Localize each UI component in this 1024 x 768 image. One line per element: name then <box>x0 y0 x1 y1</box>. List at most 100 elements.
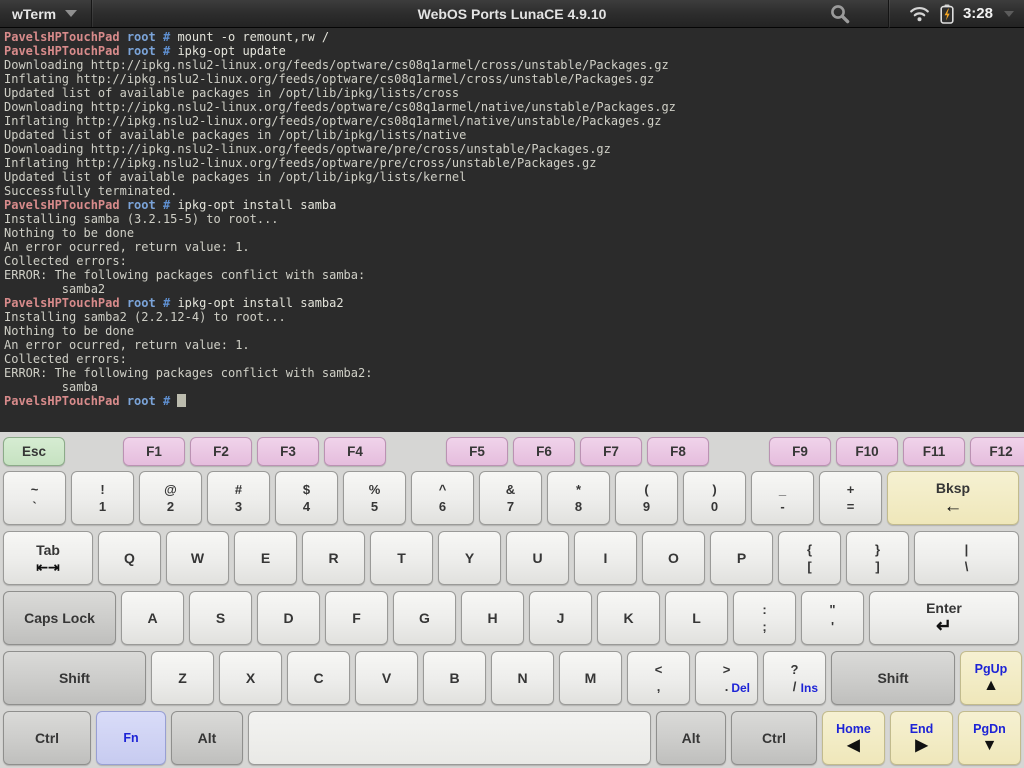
key-f6[interactable]: F6 <box>513 437 575 466</box>
key-enter[interactable]: Enter↵ <box>869 591 1019 645</box>
key-period[interactable]: >.Del <box>695 651 758 705</box>
key-f11[interactable]: F11 <box>903 437 965 466</box>
key-6[interactable]: ^6 <box>411 471 474 525</box>
key-shift-label: ( <box>644 481 648 498</box>
key-e[interactable]: E <box>234 531 297 585</box>
key-f3[interactable]: F3 <box>257 437 319 466</box>
key-j[interactable]: J <box>529 591 592 645</box>
key-f10[interactable]: F10 <box>836 437 898 466</box>
key-f12[interactable]: F12 <box>970 437 1024 466</box>
key-page-up[interactable]: PgUp▲ <box>960 651 1022 705</box>
search-button[interactable] <box>823 0 877 27</box>
key-f2[interactable]: F2 <box>190 437 252 466</box>
key-shift-left[interactable]: Shift <box>3 651 146 705</box>
key-ctrl-right[interactable]: Ctrl <box>731 711 817 765</box>
key-caps-lock[interactable]: Caps Lock <box>3 591 116 645</box>
app-menu-button[interactable]: wTerm <box>0 0 92 27</box>
key-m[interactable]: M <box>559 651 622 705</box>
key-quote[interactable]: "' <box>801 591 864 645</box>
key-8[interactable]: *8 <box>547 471 610 525</box>
key-3[interactable]: #3 <box>207 471 270 525</box>
key-7[interactable]: &7 <box>479 471 542 525</box>
key-o[interactable]: O <box>642 531 705 585</box>
key-end[interactable]: End▶ <box>890 711 953 765</box>
key-z[interactable]: Z <box>151 651 214 705</box>
key-q[interactable]: Q <box>98 531 161 585</box>
key-2[interactable]: @2 <box>139 471 202 525</box>
key-comma[interactable]: <, <box>627 651 690 705</box>
key-esc[interactable]: Esc <box>3 437 65 466</box>
key-shift-label: @ <box>164 481 177 498</box>
output-text: Nothing to be done <box>4 226 134 240</box>
key-label: A <box>147 610 157 627</box>
key-backtick[interactable]: ~` <box>3 471 66 525</box>
key-label: PgDn <box>973 722 1006 737</box>
key-f5[interactable]: F5 <box>446 437 508 466</box>
key-g[interactable]: G <box>393 591 456 645</box>
key-bracket-close[interactable]: }] <box>846 531 909 585</box>
key-c[interactable]: C <box>287 651 350 705</box>
key-9[interactable]: (9 <box>615 471 678 525</box>
key-f8[interactable]: F8 <box>647 437 709 466</box>
key-backslash[interactable]: |\ <box>914 531 1019 585</box>
keyboard-spacer <box>391 437 441 466</box>
key-u[interactable]: U <box>506 531 569 585</box>
key-fn-label: Ins <box>801 681 818 695</box>
key-tab[interactable]: Tab⇤⇥ <box>3 531 93 585</box>
key-k[interactable]: K <box>597 591 660 645</box>
key-f7[interactable]: F7 <box>580 437 642 466</box>
key-p[interactable]: P <box>710 531 773 585</box>
key-equals[interactable]: += <box>819 471 882 525</box>
key-label: F10 <box>855 443 878 460</box>
key-bracket-open[interactable]: {[ <box>778 531 841 585</box>
key-minus[interactable]: _- <box>751 471 814 525</box>
key-5[interactable]: %5 <box>343 471 406 525</box>
key-f9[interactable]: F9 <box>769 437 831 466</box>
key-page-down[interactable]: PgDn▼ <box>958 711 1021 765</box>
key-s[interactable]: S <box>189 591 252 645</box>
key-alt-right[interactable]: Alt <box>656 711 726 765</box>
key-f[interactable]: F <box>325 591 388 645</box>
terminal[interactable]: PavelsHPTouchPad root # mount -o remount… <box>0 28 1024 432</box>
key-n[interactable]: N <box>491 651 554 705</box>
key-0[interactable]: )0 <box>683 471 746 525</box>
key-f4[interactable]: F4 <box>324 437 386 466</box>
key-y[interactable]: Y <box>438 531 501 585</box>
key-x[interactable]: X <box>219 651 282 705</box>
key-home[interactable]: Home◀ <box>822 711 885 765</box>
key-t[interactable]: T <box>370 531 433 585</box>
key-r[interactable]: R <box>302 531 365 585</box>
key-d[interactable]: D <box>257 591 320 645</box>
key-base-label: 3 <box>208 498 269 515</box>
key-backspace[interactable]: Bksp← <box>887 471 1019 525</box>
key-label: Shift <box>877 670 908 687</box>
key-slash[interactable]: ?/Ins <box>763 651 826 705</box>
key-h[interactable]: H <box>461 591 524 645</box>
key-ctrl-left[interactable]: Ctrl <box>3 711 91 765</box>
system-status-button[interactable]: 3:28 <box>900 4 1014 24</box>
key-base-label: 6 <box>412 498 473 515</box>
page-down-icon: ▼ <box>982 737 998 755</box>
terminal-line: Downloading http://ipkg.nslu2-linux.org/… <box>4 58 1020 72</box>
output-text: ERROR: The following packages conflict w… <box>4 268 365 282</box>
output-text: Updated list of available packages in /o… <box>4 170 466 184</box>
key-w[interactable]: W <box>166 531 229 585</box>
key-4[interactable]: $4 <box>275 471 338 525</box>
key-shift-right[interactable]: Shift <box>831 651 955 705</box>
key-i[interactable]: I <box>574 531 637 585</box>
key-fn[interactable]: Fn <box>96 711 166 765</box>
key-alt-left[interactable]: Alt <box>171 711 243 765</box>
key-f1[interactable]: F1 <box>123 437 185 466</box>
key-space[interactable] <box>248 711 651 765</box>
output-text: Downloading http://ipkg.nslu2-linux.org/… <box>4 58 669 72</box>
key-l[interactable]: L <box>665 591 728 645</box>
key-semicolon[interactable]: :; <box>733 591 796 645</box>
key-v[interactable]: V <box>355 651 418 705</box>
terminal-line: Collected errors: <box>4 254 1020 268</box>
key-b[interactable]: B <box>423 651 486 705</box>
output-text: Downloading http://ipkg.nslu2-linux.org/… <box>4 100 676 114</box>
key-base-label: - <box>752 498 813 515</box>
key-a[interactable]: A <box>121 591 184 645</box>
key-label: F7 <box>603 443 619 460</box>
key-1[interactable]: !1 <box>71 471 134 525</box>
